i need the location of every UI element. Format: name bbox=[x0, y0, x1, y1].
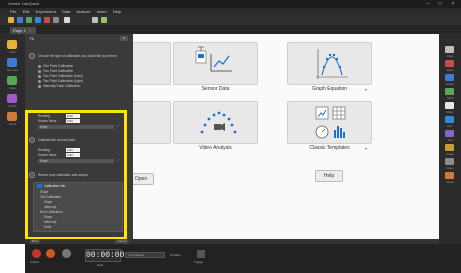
meter-icon[interactable] bbox=[445, 102, 454, 109]
menu-edit[interactable]: Edit bbox=[23, 9, 30, 14]
option-label: Manually Enter Calibration bbox=[43, 84, 81, 88]
right-item-label[interactable]: Table bbox=[440, 96, 460, 100]
right-item-label[interactable]: Graph bbox=[440, 82, 460, 86]
option-label: Two Point Calibration (Light) bbox=[43, 79, 84, 83]
close-window-button[interactable]: × bbox=[448, 0, 458, 8]
data-icon[interactable] bbox=[445, 60, 454, 67]
notes-icon[interactable] bbox=[445, 158, 454, 165]
tile-label-graph-equation: Graph Equation bbox=[311, 86, 348, 92]
trigger-label: Trigger bbox=[194, 260, 204, 264]
page-icon[interactable] bbox=[445, 46, 454, 53]
tile-sensor-data[interactable] bbox=[173, 42, 258, 85]
close-tab-icon[interactable]: ✕ bbox=[29, 28, 32, 33]
tab-strip bbox=[0, 25, 461, 34]
settings-icon[interactable] bbox=[92, 17, 98, 23]
mode-label: Time Based bbox=[128, 253, 144, 257]
graph-icon[interactable] bbox=[35, 17, 41, 23]
step-number-badge: 1 bbox=[29, 53, 35, 59]
highlight-frame bbox=[25, 110, 127, 240]
record-icon[interactable] bbox=[46, 249, 55, 258]
open-folder-icon[interactable] bbox=[8, 17, 14, 23]
collect-label: Collect bbox=[30, 260, 40, 264]
sidebar-item-data[interactable]: Data bbox=[2, 86, 23, 90]
window-title: Vernier LabQuest bbox=[8, 1, 40, 6]
text-icon[interactable] bbox=[64, 17, 70, 23]
sensor-icon[interactable] bbox=[101, 17, 107, 23]
right-item-label[interactable]: Page bbox=[440, 54, 460, 58]
graph-sidebar-icon[interactable] bbox=[7, 94, 17, 103]
option-label: Two Point Calibration (Dark) bbox=[43, 74, 83, 78]
parabola-icon bbox=[316, 49, 348, 79]
radio-two-point-light[interactable] bbox=[38, 80, 41, 83]
tile-classic-templates[interactable] bbox=[287, 101, 372, 144]
fft-icon[interactable] bbox=[445, 116, 454, 123]
sensor-data-icon bbox=[195, 46, 232, 72]
option-label: Two Point Calibration bbox=[43, 69, 74, 73]
chevron-down-icon[interactable]: ▾ bbox=[365, 87, 367, 92]
files-icon[interactable] bbox=[7, 40, 17, 49]
panel-title: Fit bbox=[30, 37, 34, 41]
minimize-button[interactable]: – bbox=[423, 0, 433, 8]
right-item-label[interactable]: Data bbox=[440, 68, 460, 72]
video-analysis-icon bbox=[200, 111, 237, 134]
sidebar-item-sensors[interactable]: Sensors bbox=[2, 68, 23, 72]
tile-video-analysis[interactable] bbox=[173, 101, 258, 144]
chevron-down-icon[interactable]: ▾ bbox=[365, 146, 367, 151]
tile-graph-equation[interactable] bbox=[287, 42, 372, 85]
table-icon[interactable] bbox=[445, 88, 454, 95]
right-item-label[interactable]: Text bbox=[440, 138, 460, 142]
sidebar-item-graph[interactable]: Graph bbox=[2, 104, 23, 108]
panel-close-icon[interactable]: ✕ bbox=[120, 36, 128, 41]
menu-bar: File Edit Experiment Data Analyze Insert… bbox=[0, 8, 461, 15]
collect-button[interactable] bbox=[32, 249, 41, 258]
save-icon[interactable] bbox=[17, 17, 23, 23]
calibration-question: Choose the type of calibration you would… bbox=[38, 54, 118, 58]
trigger-icon[interactable] bbox=[197, 250, 205, 258]
right-item-label[interactable]: Meter bbox=[440, 110, 460, 114]
sidebar-item-tools[interactable]: Tools bbox=[2, 122, 23, 126]
table-icon[interactable] bbox=[44, 17, 50, 23]
image-icon[interactable] bbox=[445, 144, 454, 151]
graph-icon[interactable] bbox=[445, 74, 454, 81]
data-icon[interactable] bbox=[7, 76, 17, 85]
rate-label: Rate bbox=[97, 263, 104, 267]
title-bar: Vernier LabQuest bbox=[0, 0, 461, 8]
undo-icon[interactable] bbox=[26, 17, 32, 23]
menu-help[interactable]: Help bbox=[113, 9, 121, 14]
tab-page-1[interactable]: Page 1 ✕ bbox=[10, 27, 36, 34]
help-button[interactable]: Help bbox=[315, 170, 343, 182]
tab-label: Page 1 bbox=[13, 28, 26, 33]
menu-analyze[interactable]: Analyze bbox=[76, 9, 90, 14]
tile-label-classic-templates: Classic Templates bbox=[309, 145, 350, 151]
tile-label-video-analysis: Video Analysis bbox=[199, 145, 232, 151]
radio-two-point-dark[interactable] bbox=[38, 75, 41, 78]
sidebar-item-files[interactable]: Files bbox=[2, 50, 23, 54]
radio-one-point[interactable] bbox=[38, 65, 41, 68]
radio-manual[interactable] bbox=[38, 85, 41, 88]
templates-icon bbox=[315, 106, 346, 139]
tools-icon[interactable] bbox=[7, 112, 17, 121]
text-icon[interactable] bbox=[445, 130, 454, 137]
right-item-label[interactable]: Movie bbox=[440, 180, 460, 184]
sensors-icon[interactable] bbox=[7, 58, 17, 67]
duration-label: Duration bbox=[170, 253, 182, 257]
menu-file[interactable]: File bbox=[10, 9, 16, 14]
menu-experiment[interactable]: Experiment bbox=[36, 9, 56, 14]
stop-icon[interactable] bbox=[62, 249, 71, 258]
right-item-label[interactable]: Notes bbox=[440, 166, 460, 170]
meter-icon[interactable] bbox=[53, 17, 59, 23]
option-label: One Point Calibration bbox=[43, 64, 74, 68]
radio-two-point[interactable] bbox=[38, 70, 41, 73]
timer-display: 00:00:00 bbox=[85, 249, 125, 262]
right-item-label[interactable]: FFT bbox=[440, 124, 460, 128]
menu-insert[interactable]: Insert bbox=[97, 9, 107, 14]
menu-data[interactable]: Data bbox=[62, 9, 70, 14]
tile-label-sensor-data: Sensor Data bbox=[201, 86, 230, 92]
movie-icon[interactable] bbox=[445, 172, 454, 179]
maximize-button[interactable]: □ bbox=[435, 0, 445, 8]
right-item-label[interactable]: Image bbox=[440, 152, 460, 156]
